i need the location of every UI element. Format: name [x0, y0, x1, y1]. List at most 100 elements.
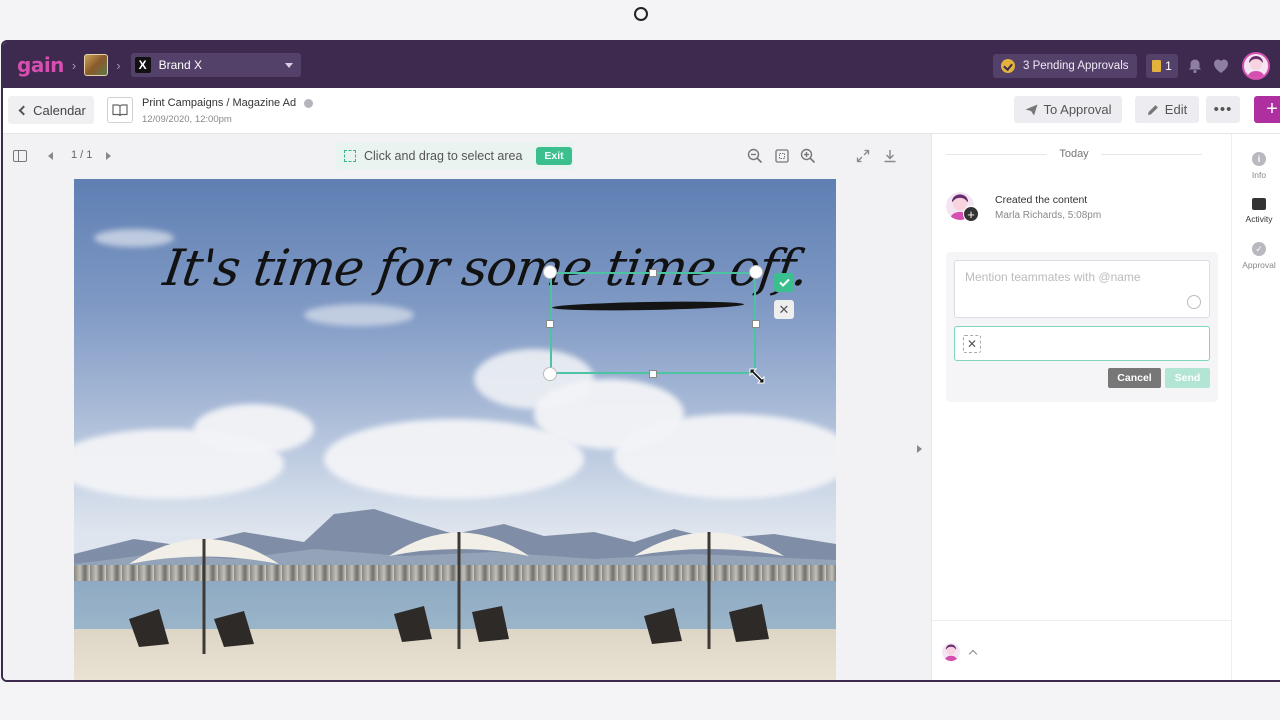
resize-cursor-icon [749, 368, 765, 384]
selection-attachment-field[interactable]: ✕ [954, 326, 1210, 361]
tab-info[interactable]: i Info [1232, 152, 1280, 180]
cursor-indicator-icon [634, 7, 648, 21]
approval-icon: ✓ [1252, 242, 1266, 256]
cancel-selection-button[interactable]: ✕ [774, 300, 794, 319]
comment-input[interactable]: Mention teammates with @name [954, 260, 1210, 318]
edit-button[interactable]: Edit [1135, 96, 1199, 123]
image-cloud [94, 229, 174, 247]
resize-handle[interactable] [649, 370, 657, 378]
next-page-icon[interactable] [106, 152, 111, 160]
more-options-button[interactable]: ••• [1206, 96, 1240, 123]
page-indicator: 1 / 1 [71, 149, 93, 161]
resize-handle[interactable] [749, 265, 763, 279]
to-approval-label: To Approval [1043, 102, 1112, 117]
check-circle-icon [1001, 59, 1015, 73]
back-label: Calendar [33, 102, 86, 118]
resize-handle[interactable] [543, 367, 557, 381]
content-title: Print Campaigns / Magazine Ad [142, 97, 314, 109]
image-cloud [304, 304, 414, 326]
tasks-count-button[interactable]: 1 [1146, 54, 1178, 78]
exit-selection-button[interactable]: Exit [536, 147, 572, 165]
back-to-calendar-button[interactable]: Calendar [8, 96, 94, 124]
tab-approval-label: Approval [1242, 260, 1276, 270]
comment-composer: Mention teammates with @name ✕ Cancel Se… [946, 252, 1218, 402]
ad-image[interactable]: It's time for some time off. [74, 179, 836, 680]
brand-selector[interactable]: X Brand X [130, 53, 301, 77]
expand-icon[interactable] [855, 148, 871, 164]
status-dot [304, 98, 314, 108]
confirm-selection-button[interactable] [774, 273, 794, 292]
resize-handle[interactable] [546, 320, 554, 328]
activity-footer [932, 620, 1231, 680]
resize-handle[interactable] [649, 269, 657, 277]
app-window: gain › › X Brand X 3 Pending Approvals 1 [1, 40, 1280, 682]
created-plus-icon: + [963, 206, 979, 222]
resize-handle[interactable] [543, 265, 557, 279]
beach-umbrella-icon [634, 532, 784, 649]
chevron-up-icon[interactable] [968, 649, 978, 659]
avatar-illustration-icon [944, 644, 958, 661]
select-hint-text: Click and drag to select area [364, 149, 523, 163]
activity-event-title: Created the content [995, 194, 1088, 206]
cancel-comment-button[interactable]: Cancel [1108, 368, 1161, 388]
breadcrumb-separator-icon: › [71, 57, 77, 73]
send-icon [1025, 104, 1038, 115]
user-avatar[interactable] [1242, 52, 1270, 80]
remove-attachment-icon[interactable]: ✕ [963, 335, 981, 353]
selection-area[interactable] [550, 272, 756, 374]
breadcrumb-separator-icon: › [116, 57, 121, 73]
content-date: 12/09/2020, 12:00pm [142, 114, 232, 125]
image-cloud [324, 419, 584, 499]
day-divider: Today [946, 148, 1202, 160]
split-pane-icon[interactable] [13, 150, 27, 162]
pending-approvals-label: 3 Pending Approvals [1023, 60, 1129, 72]
tab-activity[interactable]: Activity [1232, 198, 1280, 224]
emoji-icon[interactable] [1187, 295, 1201, 309]
to-approval-button[interactable]: To Approval [1014, 96, 1122, 123]
tab-info-label: Info [1251, 170, 1267, 180]
tab-activity-label: Activity [1245, 214, 1273, 224]
brand-x-logo-icon: X [134, 57, 151, 73]
tab-approval[interactable]: ✓ Approval [1232, 242, 1280, 270]
tasks-count: 1 [1165, 59, 1172, 73]
select-area-icon [344, 150, 356, 162]
side-tabs: i Info Activity ✓ Approval [1231, 134, 1280, 680]
top-bar: gain › › X Brand X 3 Pending Approvals 1 [3, 42, 1280, 88]
brand-name: Brand X [158, 58, 202, 72]
current-user-avatar[interactable] [942, 643, 960, 661]
gain-logo[interactable]: gain [17, 53, 64, 77]
content-title-text: Print Campaigns / Magazine Ad [142, 97, 297, 109]
zoom-in-icon[interactable] [800, 148, 816, 164]
avatar-illustration-icon [1247, 56, 1265, 78]
chevron-left-icon [18, 105, 29, 115]
content-viewer: 1 / 1 Click and drag to select area Exit [3, 134, 931, 680]
heart-icon[interactable] [1212, 58, 1230, 74]
workspace-thumbnail[interactable] [84, 54, 109, 76]
resize-handle[interactable] [752, 320, 760, 328]
previous-page-icon[interactable] [48, 152, 53, 160]
activity-event-meta: Marla Richards, 5:08pm [995, 210, 1102, 221]
collapse-panel-icon[interactable] [917, 445, 922, 453]
check-icon [778, 278, 790, 287]
bell-icon[interactable] [1187, 58, 1203, 74]
book-icon [107, 97, 133, 123]
close-icon: ✕ [778, 301, 790, 317]
content-header: Calendar Print Campaigns / Magazine Ad 1… [3, 88, 1280, 134]
info-icon: i [1252, 152, 1266, 166]
add-button[interactable]: + [1254, 96, 1280, 123]
send-comment-button[interactable]: Send [1165, 368, 1210, 388]
download-icon[interactable] [882, 148, 898, 164]
pencil-icon [1147, 104, 1158, 115]
day-label: Today [1059, 148, 1089, 160]
image-cloud [194, 404, 314, 454]
beach-umbrella-icon [129, 539, 279, 654]
activity-panel: Today + Created the content Marla Richar… [931, 134, 1231, 680]
fit-to-screen-icon[interactable] [774, 148, 790, 164]
pending-approvals-button[interactable]: 3 Pending Approvals [993, 54, 1137, 78]
zoom-out-icon[interactable] [747, 148, 763, 164]
beach-umbrella-icon [389, 532, 529, 649]
edit-label: Edit [1164, 102, 1188, 117]
area-select-hint: Click and drag to select area Exit [336, 142, 574, 170]
activity-icon [1252, 198, 1266, 210]
chevron-down-icon [284, 62, 293, 68]
